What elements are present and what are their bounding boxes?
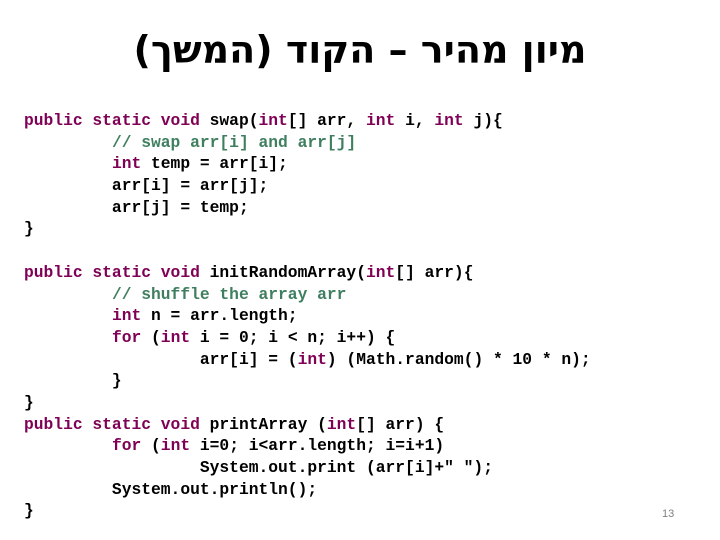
code-text: n = arr.length; [141, 306, 298, 326]
code-line: } [24, 500, 591, 522]
code-text: i, [395, 111, 435, 130]
code-line: for (int i=0; i<arr.length; i=i+1) [24, 435, 591, 457]
code-text: initRandomArray( [199, 262, 366, 282]
code-keyword: int [111, 306, 142, 326]
code-text: printArray ( [199, 414, 327, 434]
code-line: } [24, 218, 591, 240]
code-line: arr[j] = temp; [24, 197, 591, 219]
code-comment: // swap arr[i] and arr[j] [111, 132, 357, 152]
code-line: } [24, 370, 591, 392]
code-text: i=0; i<arr.length; i=i+1) [190, 436, 445, 456]
code-line: public static void initRandomArray(int[]… [24, 262, 591, 284]
code-line: } [24, 392, 591, 414]
code-keyword: int [434, 111, 464, 130]
code-line: // shuffle the array arr [24, 284, 591, 306]
code-keyword: int [111, 154, 142, 174]
code-text: j){ [463, 111, 503, 130]
code-text: arr[i] = arr[j]; [24, 176, 269, 196]
code-line: // swap arr[i] and arr[j] [24, 132, 591, 154]
code-text: [] arr) { [356, 414, 445, 434]
code-keyword: for [111, 436, 142, 456]
code-keyword: int [297, 349, 327, 369]
code-text: arr[j] = temp; [24, 197, 249, 217]
code-line: System.out.println(); [24, 479, 591, 501]
code-text: } [24, 392, 34, 412]
code-line: int temp = arr[i]; [24, 153, 591, 175]
code-text: ) (Math.random() * 10 * n); [326, 349, 591, 369]
code-keyword: int [160, 327, 191, 347]
code-text: swap( [199, 111, 259, 130]
code-comment: // shuffle the array arr [111, 284, 347, 304]
code-text: i = 0; i < n; i++) { [190, 327, 396, 347]
code-line: public static void printArray (int[] arr… [24, 414, 591, 436]
page-number: 13 [662, 508, 675, 520]
code-keyword: int [365, 111, 396, 130]
code-text: [] arr, [287, 111, 366, 130]
code-block: public static void swap(int[] arr, int i… [24, 110, 591, 522]
code-line: arr[i] = arr[j]; [24, 175, 591, 197]
code-line: System.out.print (arr[i]+" "); [24, 457, 591, 479]
code-text: System.out.print (arr[i]+" "); [24, 458, 493, 477]
code-keyword: int [365, 262, 396, 282]
code-text: temp = arr[i]; [141, 154, 288, 174]
code-text: arr[i] = ( [24, 349, 298, 369]
code-keyword: public static void [24, 111, 200, 130]
code-text: } [24, 371, 122, 391]
code-text: } [24, 219, 34, 239]
code-text: ( [141, 327, 161, 347]
code-keyword: public static void [24, 262, 200, 282]
code-text: System.out.println(); [24, 479, 318, 499]
slide-title: מיון מהיר – הקוד (המשך) [133, 28, 587, 72]
code-keyword: int [160, 436, 191, 456]
code-text: } [24, 501, 34, 521]
code-line: int n = arr.length; [24, 305, 591, 327]
code-keyword: public static void [24, 414, 200, 434]
code-line: public static void swap(int[] arr, int i… [24, 110, 591, 132]
code-text: [] arr){ [395, 262, 474, 282]
code-keyword: int [326, 414, 357, 434]
code-keyword: int [258, 111, 288, 130]
code-keyword: for [111, 327, 142, 347]
code-line: for (int i = 0; i < n; i++) { [24, 327, 591, 349]
code-line: arr[i] = (int) (Math.random() * 10 * n); [24, 349, 591, 371]
code-text: ( [141, 436, 161, 456]
